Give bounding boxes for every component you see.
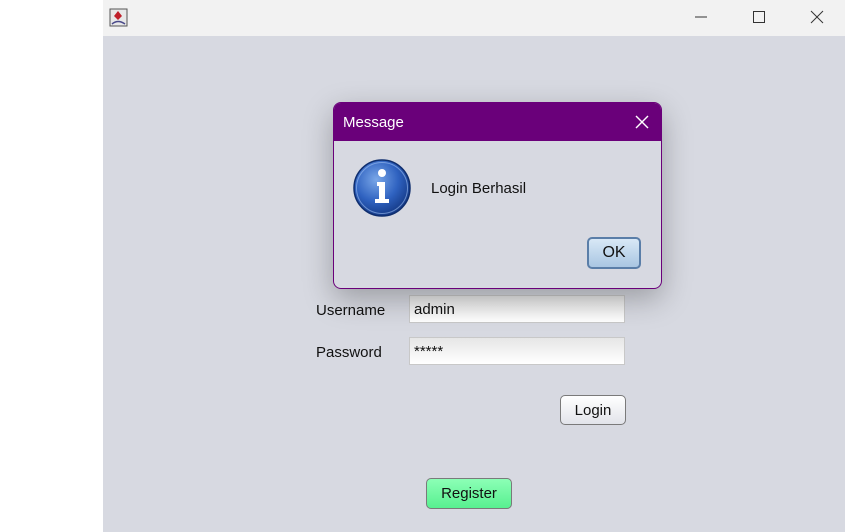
- login-button[interactable]: Login: [560, 395, 626, 425]
- ok-button[interactable]: OK: [587, 237, 641, 269]
- info-icon: [353, 159, 411, 217]
- message-dialog: Message Login Berhasil OK: [333, 102, 662, 289]
- password-input[interactable]: *****: [409, 337, 625, 365]
- minimize-icon: [695, 16, 707, 18]
- close-icon: [810, 10, 824, 24]
- username-label: Username: [316, 302, 386, 319]
- username-input[interactable]: admin: [409, 295, 625, 323]
- close-icon[interactable]: [633, 113, 651, 131]
- maximize-button[interactable]: [736, 0, 782, 34]
- dialog-titlebar: Message: [334, 103, 661, 141]
- register-button[interactable]: Register: [426, 478, 512, 509]
- maximize-icon: [753, 11, 765, 23]
- password-label: Password: [316, 344, 382, 361]
- window-titlebar: [103, 0, 845, 36]
- close-button[interactable]: [794, 0, 840, 34]
- minimize-button[interactable]: [678, 0, 724, 34]
- java-app-icon: [109, 8, 128, 27]
- dialog-message: Login Berhasil: [431, 180, 527, 197]
- dialog-title: Message: [343, 114, 404, 131]
